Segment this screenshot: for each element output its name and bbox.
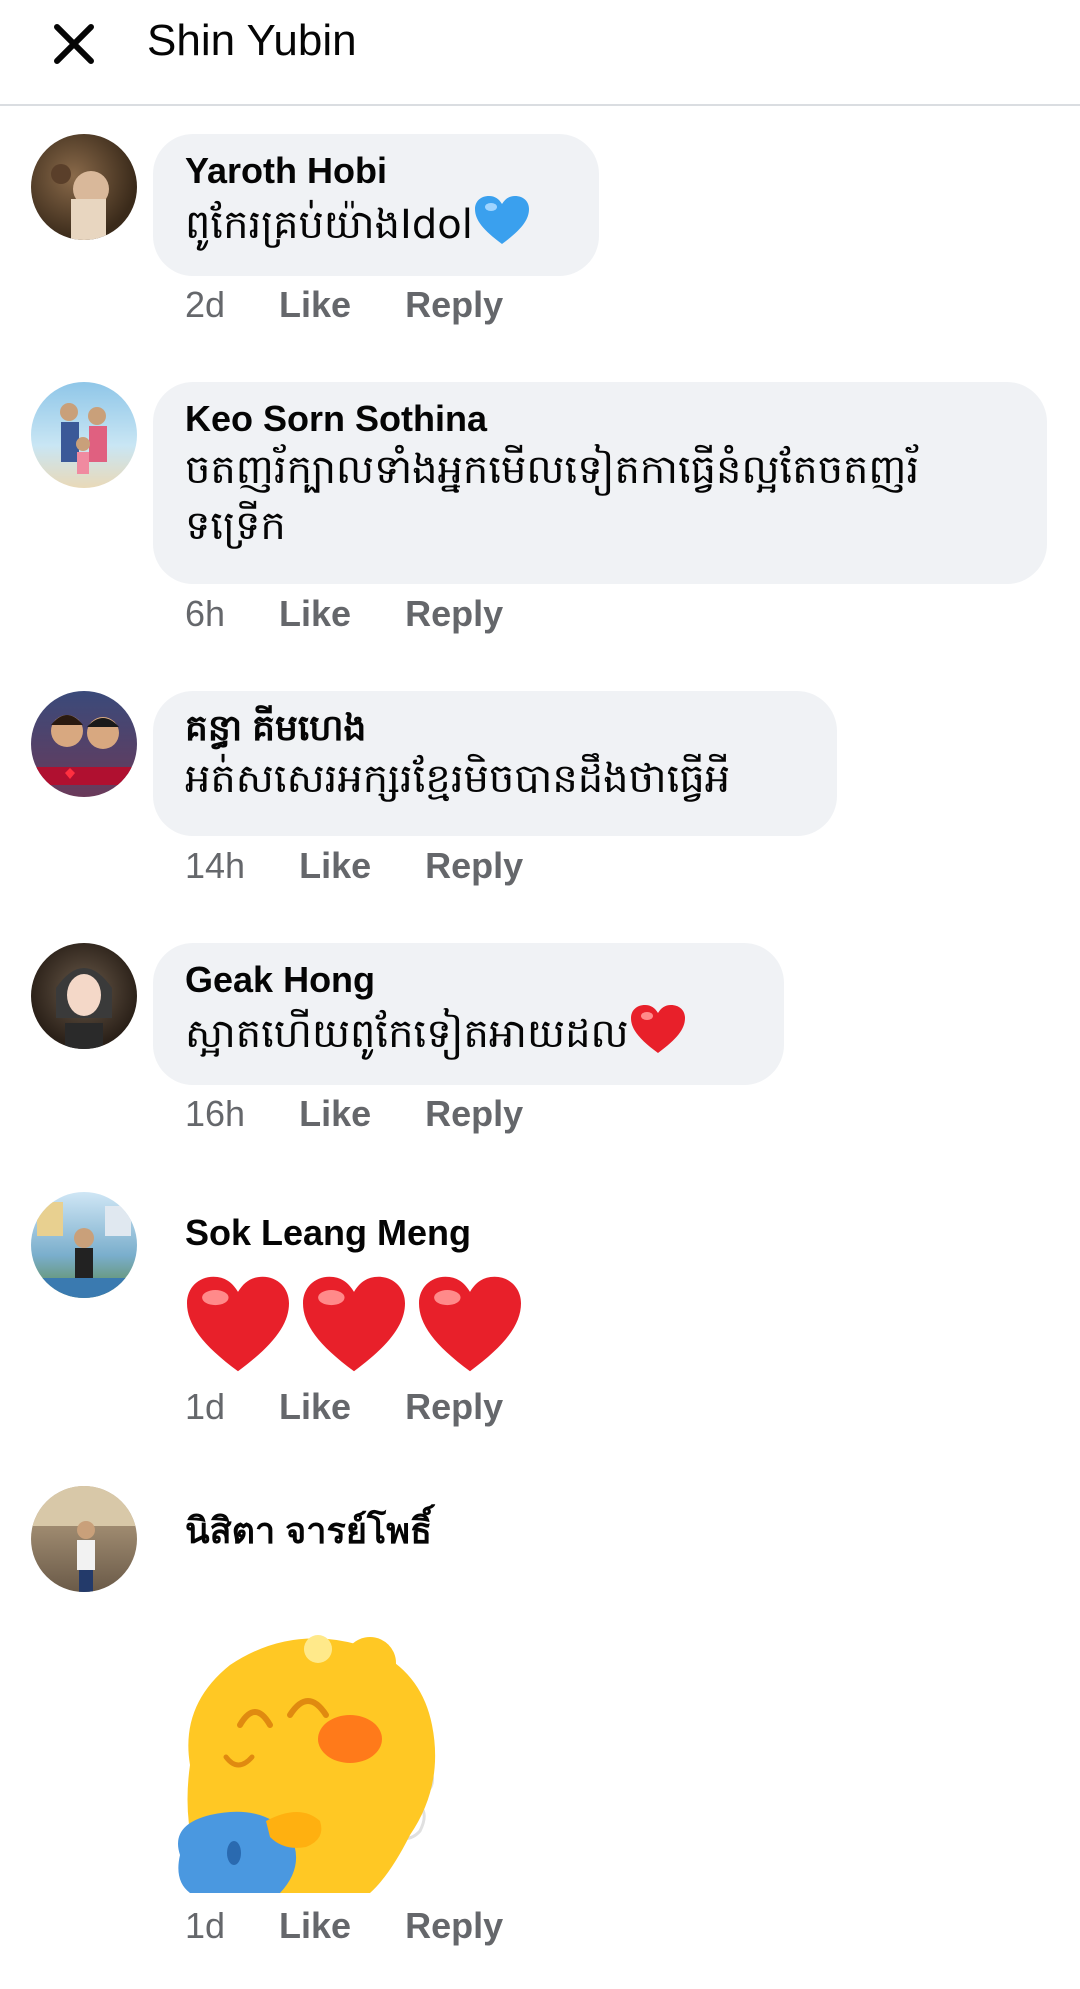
comment-actions: 6h Like Reply xyxy=(185,593,557,635)
comment-bubble[interactable]: គន្ធា គីមហេង អត់សសេរអក្សរខ្មែរមិចបានដឹងថ… xyxy=(153,691,837,836)
comment-time: 16h xyxy=(185,1093,246,1134)
comment-actions: 1d Like Reply xyxy=(185,1386,557,1428)
comment-bubble[interactable]: Geak Hong ស្អាតហើយពូកែទៀតអាយដល xyxy=(153,943,784,1085)
comment-text: ស្អាតហើយពូកែទៀតអាយដល xyxy=(185,1003,752,1062)
reply-button[interactable]: Reply xyxy=(425,1093,523,1135)
comment-time: 1d xyxy=(185,1905,226,1946)
top-bar: Shin Yubin xyxy=(0,0,1080,106)
comment-text: ចតញរ័ក្បាលទាំងអ្នកមើលទៀតកាធ្វើនំល្អតែចតញ… xyxy=(185,442,1015,554)
page-title: Shin Yubin xyxy=(147,16,357,65)
like-button[interactable]: Like xyxy=(299,1093,371,1135)
comment-time: 6h xyxy=(185,593,226,634)
comment-text-line: ទទ្រើក xyxy=(185,503,286,549)
avatar[interactable] xyxy=(31,691,137,797)
reply-button[interactable]: Reply xyxy=(425,845,523,887)
comment-time: 1d xyxy=(185,1386,226,1427)
like-button[interactable]: Like xyxy=(279,593,351,635)
reply-button[interactable]: Reply xyxy=(405,1386,503,1428)
comment-author[interactable]: นิสิตา จารย์โพธิ์ xyxy=(185,1510,432,1552)
like-button[interactable]: Like xyxy=(279,1905,351,1947)
red-heart-icon xyxy=(630,1005,685,1053)
comment-text: ពូកែរគ្រប់យ៉ាងIdol xyxy=(185,194,567,253)
comment-author[interactable]: គន្ធា គីមហេង xyxy=(185,707,805,749)
avatar[interactable] xyxy=(31,1486,137,1592)
emoji-hearts xyxy=(183,1273,525,1375)
comment-time: 14h xyxy=(185,845,246,886)
yellow-bear-sticker[interactable] xyxy=(170,1625,450,1901)
comment-author[interactable]: Geak Hong xyxy=(185,959,752,1001)
avatar[interactable] xyxy=(31,1192,137,1298)
avatar[interactable] xyxy=(31,134,137,240)
comment-text-line: ចតញរ័ក្បាលទាំងអ្នកមើលទៀតកាធ្វើនំល្អតែចតញ… xyxy=(185,447,920,493)
blue-heart-icon xyxy=(474,196,529,244)
comment-author[interactable]: Yaroth Hobi xyxy=(185,150,567,192)
comment-author[interactable]: Keo Sorn Sothina xyxy=(185,398,1015,440)
comment-actions: 1d Like Reply xyxy=(185,1905,557,1947)
comment-bubble[interactable]: Yaroth Hobi ពូកែរគ្រប់យ៉ាងIdol xyxy=(153,134,599,276)
close-icon xyxy=(54,24,94,64)
like-button[interactable]: Like xyxy=(299,845,371,887)
comment-time: 2d xyxy=(185,284,226,325)
comment-text: អត់សសេរអក្សរខ្មែរមិចបានដឹងថាធ្វើអី xyxy=(185,756,731,802)
comment-actions: 14h Like Reply xyxy=(185,845,577,887)
like-button[interactable]: Like xyxy=(279,1386,351,1428)
reply-button[interactable]: Reply xyxy=(405,1905,503,1947)
comment-actions: 16h Like Reply xyxy=(185,1093,577,1135)
red-heart-icon xyxy=(419,1276,521,1372)
comment-author[interactable]: Sok Leang Meng xyxy=(185,1212,471,1254)
reply-button[interactable]: Reply xyxy=(405,593,503,635)
reply-button[interactable]: Reply xyxy=(405,284,503,326)
comment-bubble[interactable]: Keo Sorn Sothina ចតញរ័ក្បាលទាំងអ្នកមើលទៀ… xyxy=(153,382,1047,584)
red-heart-icon xyxy=(303,1276,405,1372)
close-button[interactable] xyxy=(44,14,104,74)
red-heart-icon xyxy=(187,1276,289,1372)
avatar[interactable] xyxy=(31,943,137,1049)
comment-actions: 2d Like Reply xyxy=(185,284,557,326)
like-button[interactable]: Like xyxy=(279,284,351,326)
avatar[interactable] xyxy=(31,382,137,488)
